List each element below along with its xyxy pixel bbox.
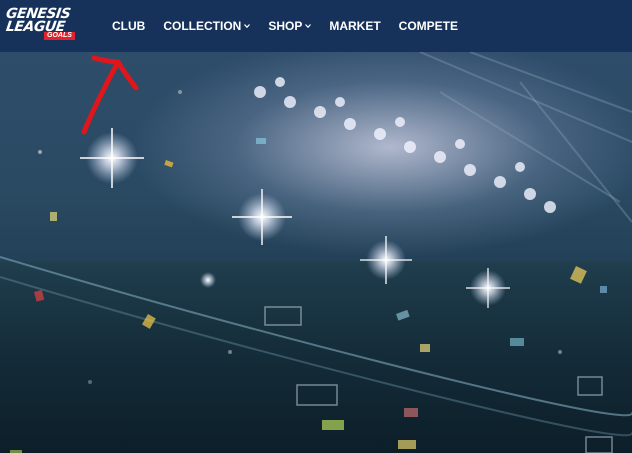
top-navbar: GENESIS LEAGUE GOALS CLUB COLLECTION SHO… [0,0,632,52]
nav-item-label: COLLECTION [163,19,242,33]
nav-item-label: CLUB [112,19,146,33]
light-flare-5 [200,272,216,288]
light-flare-4 [466,268,510,308]
genesis-league-goals-logo[interactable]: GENESIS LEAGUE GOALS [5,6,88,42]
chevron-down-icon [244,24,251,29]
light-flare-2 [232,189,292,245]
nav-item-shop[interactable]: SHOP [268,19,312,33]
nav-item-label: COMPETE [398,19,459,33]
nav-item-club[interactable]: CLUB [112,19,145,33]
main-menu: CLUB COLLECTION SHOP MARKET COMPETE [112,0,476,52]
nav-item-label: MARKET [329,19,381,33]
stadium-seats [264,306,613,453]
chevron-down-icon [305,24,312,29]
light-flare-1 [80,128,144,188]
stadium-scene-graphic [0,52,632,453]
nav-item-label: SHOP [268,19,303,33]
nav-item-collection[interactable]: COLLECTION [163,19,251,33]
light-flare-3 [360,236,412,284]
logo-badge: GOALS [44,32,75,40]
nav-item-compete[interactable]: COMPETE [399,19,458,33]
nav-item-market[interactable]: MARKET [329,19,380,33]
floodlight-bank [254,77,556,213]
stadium-railing [0,256,632,437]
stadium-hero-background [0,52,632,453]
